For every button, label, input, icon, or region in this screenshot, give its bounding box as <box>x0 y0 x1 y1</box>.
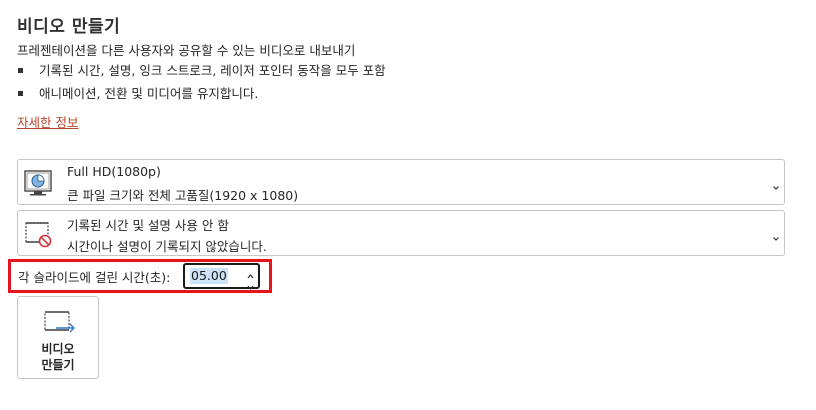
quality-title: Full HD(1080p) <box>67 164 161 179</box>
feature-bullet-text: 애니메이션, 전환 및 미디어를 유지합니다. <box>39 86 259 101</box>
make-video-label-line1: 비디오 <box>41 342 75 356</box>
no-timing-icon <box>23 220 53 248</box>
chevron-up-icon[interactable] <box>246 266 255 279</box>
chevron-down-icon <box>772 228 780 241</box>
monitor-chart-icon <box>23 169 53 197</box>
details-link[interactable]: 자세한 정보 <box>17 112 78 131</box>
timing-description: 시간이나 설명이 기록되지 않았습니다. <box>67 239 267 254</box>
make-video-label: 비디오 만들기 <box>18 341 98 373</box>
export-video-icon <box>42 309 76 337</box>
bullet-icon <box>18 67 23 73</box>
recorded-timing-dropdown[interactable]: 기록된 시간 및 설명 사용 안 함 시간이나 설명이 기록되지 않았습니다. <box>17 210 785 256</box>
page-description: 프레젠테이션을 다른 사용자와 공유할 수 있는 비디오로 내보내기 <box>17 43 356 58</box>
make-video-label-line2: 만들기 <box>41 358 75 372</box>
page-title: 비디오 만들기 <box>17 17 121 37</box>
bullet-icon <box>18 90 23 96</box>
chevron-down-icon <box>772 177 780 190</box>
feature-bullet: 애니메이션, 전환 및 미디어를 유지합니다. <box>18 83 258 102</box>
quality-description: 큰 파일 크기와 전체 고품질(1920 x 1080) <box>67 188 299 203</box>
chevron-down-icon[interactable] <box>246 277 255 290</box>
slide-time-value[interactable]: 05.00 <box>190 268 228 284</box>
feature-bullet-text: 기록된 시간, 설명, 잉크 스트로크, 레이저 포인터 동작을 모두 포함 <box>39 63 386 78</box>
feature-bullet: 기록된 시간, 설명, 잉크 스트로크, 레이저 포인터 동작을 모두 포함 <box>18 60 386 79</box>
timing-title: 기록된 시간 및 설명 사용 안 함 <box>67 218 229 233</box>
slide-time-label: 각 슬라이드에 걸린 시간(초): <box>18 270 171 285</box>
video-quality-dropdown[interactable]: Full HD(1080p) 큰 파일 크기와 전체 고품질(1920 x 10… <box>17 159 785 205</box>
slide-time-spinner[interactable]: 05.00 <box>183 263 260 290</box>
make-video-button[interactable]: 비디오 만들기 <box>17 296 99 379</box>
